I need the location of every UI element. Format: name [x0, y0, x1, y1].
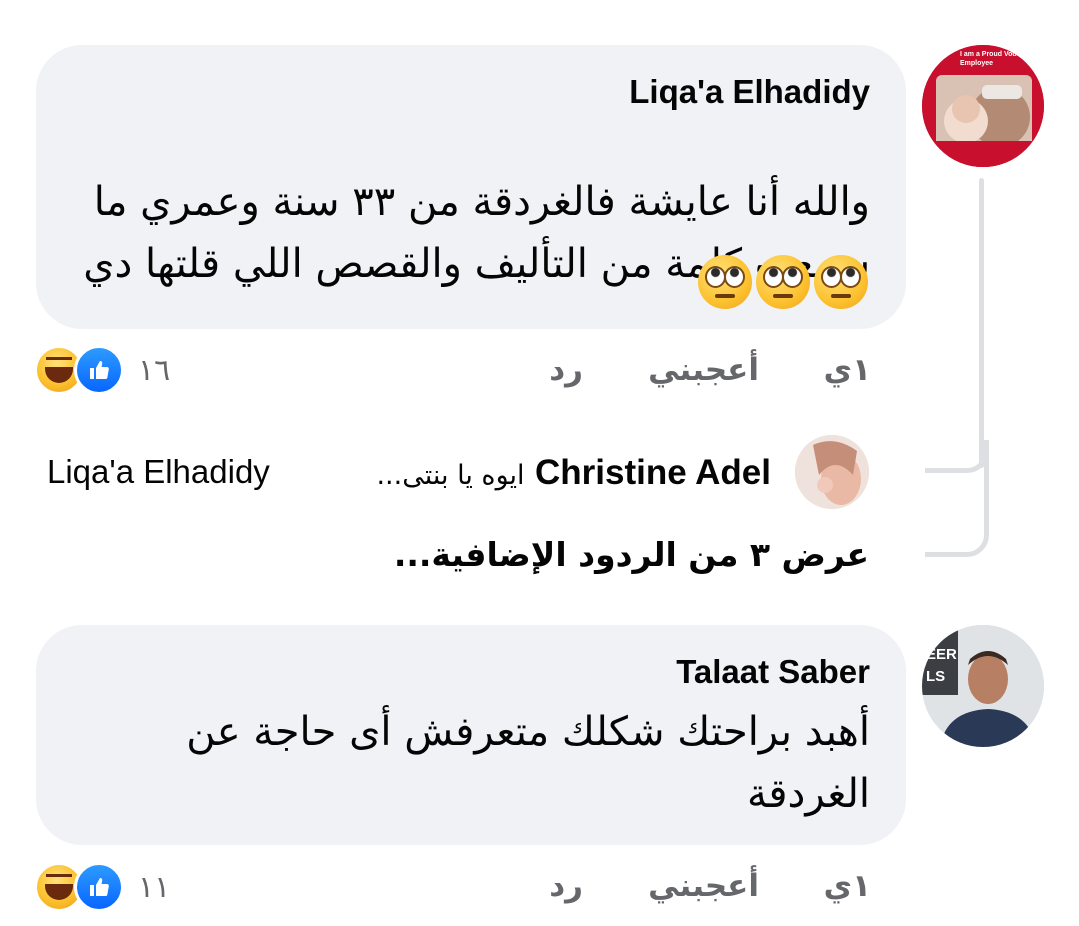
reply-avatar[interactable] [795, 435, 869, 509]
comment-text-line: والله أنا عايشة فالغردقة من ٣٣ سنة وعمري… [93, 179, 870, 225]
reply-button[interactable]: رد [549, 352, 583, 388]
comments-section: I am a Proud Vodafone Employee Liqa'a El… [0, 0, 1079, 926]
reaction-count: ١٦ [138, 352, 171, 388]
reaction-summary[interactable]: ١٦ [34, 345, 170, 395]
comment-bubble: Liqa'a Elhadidy والله أنا عايشة فالغردقة… [36, 45, 906, 329]
reply-author[interactable]: Christine Adel [535, 453, 771, 492]
comment-time[interactable]: ١ي [824, 868, 871, 904]
reply-avatar-photo [795, 435, 869, 509]
avatar[interactable]: EER LS [922, 625, 1044, 747]
avatar-badge-text: I am a Proud Vodafone Employee [960, 51, 1036, 67]
rolling-eyes-emoji-icon [814, 255, 868, 309]
comment-bubble: Talaat Saber أهبد براحتك شكلك متعرفش أى … [36, 625, 906, 845]
like-button[interactable]: أعجبني [648, 868, 759, 904]
reply-mention[interactable]: Liqa'a Elhadidy [47, 453, 270, 491]
reply-preview-line[interactable]: Christine Adel ايوه يا بنتى... [376, 453, 771, 493]
reply-button[interactable]: رد [549, 868, 583, 904]
thread-connector-curve [925, 440, 989, 557]
comment-time[interactable]: ١ي [824, 352, 871, 388]
avatar-photo: EER LS [922, 625, 1044, 747]
svg-text:EER: EER [926, 646, 957, 663]
like-reaction-icon [74, 345, 124, 395]
comment-text-line: الغردقة [746, 771, 870, 817]
reaction-summary[interactable]: ١١ [34, 862, 170, 912]
avatar[interactable]: I am a Proud Vodafone Employee [922, 45, 1044, 167]
reply-preview-text: ايوه يا بنتى... [376, 460, 525, 491]
emoji-row [698, 255, 868, 309]
svg-text:LS: LS [926, 668, 945, 685]
like-reaction-icon [74, 862, 124, 912]
comment-text-line: أهبد براحتك شكلك متعرفش أى حاجة عن [186, 709, 870, 755]
rolling-eyes-emoji-icon [756, 255, 810, 309]
comment-author[interactable]: Talaat Saber [676, 653, 870, 691]
thread-connector-line [979, 178, 984, 468]
like-button[interactable]: أعجبني [648, 352, 759, 388]
comment-author[interactable]: Liqa'a Elhadidy [629, 73, 870, 111]
view-more-replies-link[interactable]: عرض ٣ من الردود الإضافية... [394, 535, 869, 574]
rolling-eyes-emoji-icon [698, 255, 752, 309]
reaction-count: ١١ [138, 869, 171, 905]
